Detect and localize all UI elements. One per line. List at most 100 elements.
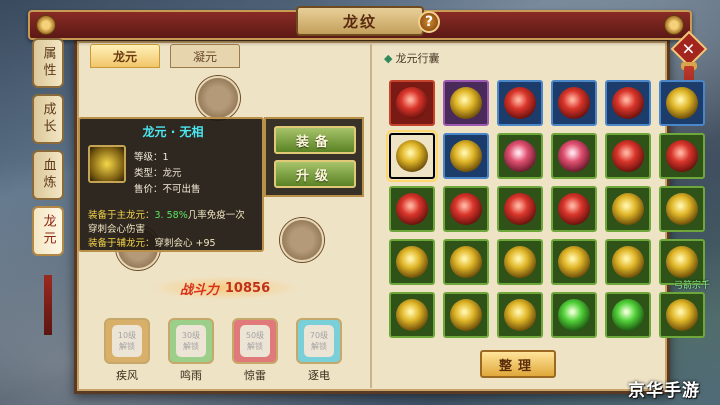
bag-slot[interactable] (551, 80, 597, 126)
bag-slot[interactable] (551, 133, 597, 179)
bag-slot[interactable] (389, 80, 435, 126)
lock-level: 50级 (245, 331, 265, 340)
dragon-core-icon (450, 87, 482, 119)
bag-slot[interactable] (443, 239, 489, 285)
dragon-core-icon (88, 145, 126, 183)
dragon-core-icon (396, 246, 428, 278)
locked-slot-name: 疾风 (116, 369, 138, 382)
bag-slot[interactable] (389, 239, 435, 285)
bag-slot[interactable] (497, 239, 543, 285)
bag-slot[interactable] (497, 292, 543, 338)
bag-slot[interactable] (443, 133, 489, 179)
bag-slot[interactable] (389, 292, 435, 338)
window-title-plate: 龙纹 (296, 6, 424, 36)
dragon-core-icon (504, 87, 536, 119)
lock-unlock-text: 解锁 (119, 342, 135, 351)
window-title: 龙纹 (342, 12, 377, 31)
main-effect-text: 几率免疫一次 (187, 210, 245, 221)
locked-slot[interactable]: 50级解锁 (232, 318, 278, 364)
dragon-core-icon (666, 299, 698, 331)
dragon-core-icon (396, 140, 428, 172)
locked-slot-name: 惊雷 (244, 369, 266, 382)
bag-slot[interactable] (443, 80, 489, 126)
ornament-icon (36, 15, 56, 35)
tooltip-price: 售价：不可出售 (134, 184, 201, 195)
dragon-core-icon (504, 246, 536, 278)
lock-unlock-text: 解锁 (247, 342, 263, 351)
tab-dragon-core[interactable]: 龙元 (90, 44, 160, 68)
dragon-core-icon (666, 87, 698, 119)
tooltip-main-effect-2: 穿刺会心伤害 (88, 224, 146, 235)
bag-grid (386, 80, 705, 338)
bag-slot[interactable] (389, 186, 435, 232)
watermark: 京华手游 (628, 381, 700, 401)
bag-slot[interactable] (443, 292, 489, 338)
lock-unlock-text: 解锁 (311, 342, 327, 351)
sort-button[interactable]: 整理 (480, 350, 556, 378)
bag-slot[interactable] (443, 186, 489, 232)
bag-title-text: 龙元行囊 (395, 52, 440, 65)
close-icon: ✕ (682, 39, 696, 59)
bag-slot[interactable] (551, 292, 597, 338)
side-tab-growth[interactable]: 成长 (32, 94, 64, 144)
bag-slot[interactable] (659, 80, 705, 126)
dragon-core-icon (666, 193, 698, 225)
combat-power: 战斗力 10856 (150, 276, 300, 300)
bag-slot[interactable] (551, 186, 597, 232)
side-tab-bar: 属性 成长 血炼 龙元 (32, 38, 66, 262)
dragon-core-icon (558, 140, 590, 172)
item-tooltip: 龙元 · 无相 等级：1 类型：龙元 售价：不可出售 装备于主龙元：3. 58%… (78, 117, 264, 252)
diamond-icon: ◆ (384, 52, 393, 65)
upgrade-button[interactable]: 升级 (274, 160, 356, 188)
ornament-icon (664, 15, 684, 35)
bag-slot[interactable] (659, 186, 705, 232)
tooltip-type: 类型：龙元 (134, 168, 182, 179)
dragon-core-icon (612, 246, 644, 278)
side-tab-attributes[interactable]: 属性 (32, 38, 64, 88)
dragon-core-icon (504, 140, 536, 172)
lock-icon: 50级解锁 (240, 325, 270, 357)
locked-slot-name: 逐电 (308, 369, 330, 382)
background-npc-label: 弓箭宗千 (674, 281, 711, 291)
lock-icon: 70级 解锁 (304, 325, 334, 357)
help-icon[interactable]: ? (418, 11, 440, 33)
equip-button[interactable]: 装备 (274, 126, 356, 154)
dragon-core-icon (450, 299, 482, 331)
tooltip-sub-effect: 装备于辅龙元：穿刺会心 +95 (88, 235, 216, 249)
bag-slot[interactable] (659, 292, 705, 338)
core-slot[interactable] (196, 76, 240, 120)
bag-slot[interactable] (659, 133, 705, 179)
side-tab-blood-refine[interactable]: 血炼 (32, 150, 64, 200)
lock-level: 30级 (181, 331, 201, 340)
dragon-core-icon (558, 193, 590, 225)
lock-level: 10级 (117, 331, 137, 340)
locked-slot-name: 鸣雨 (180, 369, 202, 382)
core-slot[interactable] (280, 218, 324, 262)
bag-slot[interactable] (605, 292, 651, 338)
bag-slot[interactable] (605, 133, 651, 179)
bag-slot[interactable] (497, 133, 543, 179)
dragon-core-icon (558, 246, 590, 278)
bag-slot[interactable] (497, 80, 543, 126)
bag-slot[interactable] (605, 186, 651, 232)
bag-slot[interactable] (497, 186, 543, 232)
bag-slot[interactable] (605, 80, 651, 126)
lock-unlock-text: 解锁 (183, 342, 199, 351)
bag-slot[interactable] (386, 130, 438, 182)
side-tab-dragon-core[interactable]: 龙元 (32, 206, 64, 256)
dragon-core-icon (612, 193, 644, 225)
dragon-core-icon (396, 193, 428, 225)
main-effect-value: 3. 58% (154, 210, 188, 221)
tooltip-level: 等级：1 (134, 152, 169, 163)
bag-slot[interactable] (551, 239, 597, 285)
dragon-core-icon (558, 87, 590, 119)
locked-slot[interactable]: 70级 解锁 (296, 318, 342, 364)
tab-condense[interactable]: 凝元 (170, 44, 240, 68)
dragon-core-icon (450, 193, 482, 225)
locked-slot[interactable]: 30级解锁 (168, 318, 214, 364)
bag-slot[interactable] (605, 239, 651, 285)
lock-icon: 10级解锁 (112, 325, 142, 357)
dragon-core-icon (396, 299, 428, 331)
panel-divider (370, 44, 372, 388)
locked-slot[interactable]: 10级解锁 (104, 318, 150, 364)
